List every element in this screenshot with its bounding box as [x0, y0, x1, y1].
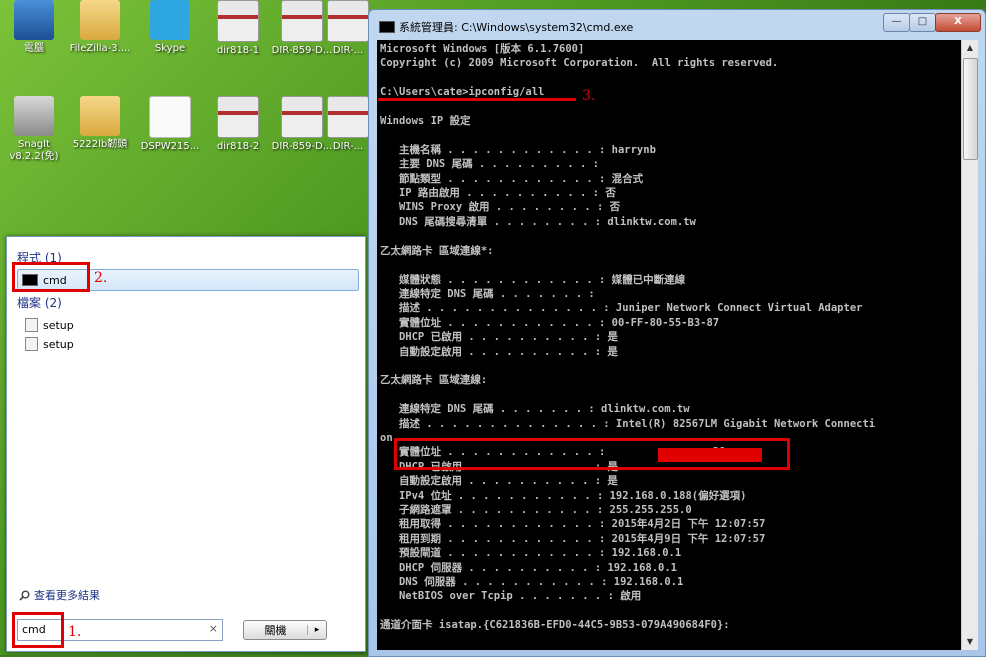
step-3-label: 3.: [582, 88, 596, 104]
search-icon: [19, 590, 30, 601]
desktop-icon-label: FileZilla-3....: [69, 43, 131, 54]
step-2-label: 2.: [94, 270, 108, 286]
skype-icon: [150, 0, 190, 40]
scroll-up-arrow-icon[interactable]: ▲: [962, 40, 978, 56]
step-1-label: 1.: [68, 624, 82, 640]
desktop-icon-label: DIR-...: [332, 45, 364, 56]
scroll-thumb[interactable]: [963, 58, 978, 160]
snagit-icon: [14, 96, 54, 136]
cmd-result-highlight: [12, 262, 90, 292]
folder-icon: [80, 96, 120, 136]
document-icon: [149, 96, 191, 138]
setup-file-icon: [25, 337, 38, 351]
screenshot-file-icon: [327, 96, 369, 138]
clear-search-icon[interactable]: ×: [209, 622, 218, 635]
screenshot-file-icon: [327, 0, 369, 42]
desktop-icon-dspw215[interactable]: DSPW215...: [136, 96, 204, 153]
file-result-setup-2[interactable]: setup: [17, 334, 357, 354]
desktop-icon-filezilla[interactable]: FileZilla-3....: [66, 0, 134, 55]
desktop-icon-label: dir818-1: [216, 45, 260, 56]
desktop-icon-label: DIR-...: [332, 141, 364, 152]
desktop-icon-label: DIR-859-D...: [271, 141, 333, 152]
file-result-label: setup: [43, 337, 74, 351]
screenshot-file-icon: [217, 0, 259, 42]
window-title: 系統管理員: C:\Windows\system32\cmd.exe: [399, 21, 634, 34]
desktop-icon-dir-partial-2[interactable]: DIR-...: [326, 96, 370, 153]
desktop-icon-dir-partial-1[interactable]: DIR-...: [326, 0, 370, 57]
console-text: Microsoft Windows [版本 6.1.7600] Copyrigh…: [380, 43, 876, 632]
cmd-title-bar[interactable]: 系統管理員: C:\Windows\system32\cmd.exe — □ X: [369, 10, 985, 38]
shutdown-options-arrow-icon[interactable]: ▸: [307, 625, 326, 635]
setup-file-icon: [25, 318, 38, 332]
scroll-down-arrow-icon[interactable]: ▼: [962, 634, 978, 650]
screenshot-file-icon: [217, 96, 259, 138]
desktop-icon-label: 電腦: [24, 43, 44, 54]
desktop-icon-label: Skype: [154, 43, 186, 54]
see-more-results-label: 查看更多結果: [34, 589, 100, 602]
maximize-button[interactable]: □: [909, 13, 936, 32]
desktop-icon-label: SnagIt v8.2.2(免): [9, 139, 59, 162]
see-more-results-link[interactable]: 查看更多結果: [19, 587, 100, 603]
desktop-icon-computer[interactable]: 電腦: [0, 0, 68, 55]
desktop-icon-skype[interactable]: Skype: [136, 0, 204, 55]
desktop-icon-label: 5222lb韌頭: [72, 139, 128, 150]
file-result-label: setup: [43, 318, 74, 332]
screenshot-file-icon: [281, 0, 323, 42]
desktop-icon-label: DSPW215...: [140, 141, 200, 152]
files-section-header: 檔案 (2): [17, 296, 62, 310]
folder-icon: [80, 0, 120, 40]
console-output[interactable]: Microsoft Windows [版本 6.1.7600] Copyrigh…: [377, 40, 961, 650]
mac-address-highlight: [394, 438, 790, 470]
search-box-highlight: [12, 612, 64, 648]
minimize-button[interactable]: —: [883, 13, 910, 32]
desktop-icon-snagit[interactable]: SnagIt v8.2.2(免): [0, 96, 68, 163]
file-result-setup-1[interactable]: setup: [17, 315, 357, 335]
close-button[interactable]: X: [935, 13, 981, 32]
desktop-icon-label: DIR-859-D...: [271, 45, 333, 56]
desktop-icon-dir818-1[interactable]: dir818-1: [204, 0, 272, 57]
screenshot-file-icon: [281, 96, 323, 138]
desktop-icon-label: dir818-2: [216, 141, 260, 152]
vertical-scrollbar[interactable]: ▲ ▼: [961, 40, 978, 650]
cmd-window: 系統管理員: C:\Windows\system32\cmd.exe — □ X…: [368, 9, 986, 657]
start-menu-search-panel: 程式 (1) cmd 檔案 (2) setup setup 查看更多結果 × 關…: [6, 236, 366, 652]
desktop-icon-5222lb[interactable]: 5222lb韌頭: [66, 96, 134, 151]
ipconfig-underline-annotation: [378, 98, 576, 101]
computer-icon: [14, 0, 54, 40]
desktop-icon-dir818-2[interactable]: dir818-2: [204, 96, 272, 153]
shutdown-label: 關機: [264, 624, 287, 637]
shutdown-button[interactable]: 關機 ▸: [243, 620, 327, 640]
cmd-icon: [379, 21, 395, 33]
